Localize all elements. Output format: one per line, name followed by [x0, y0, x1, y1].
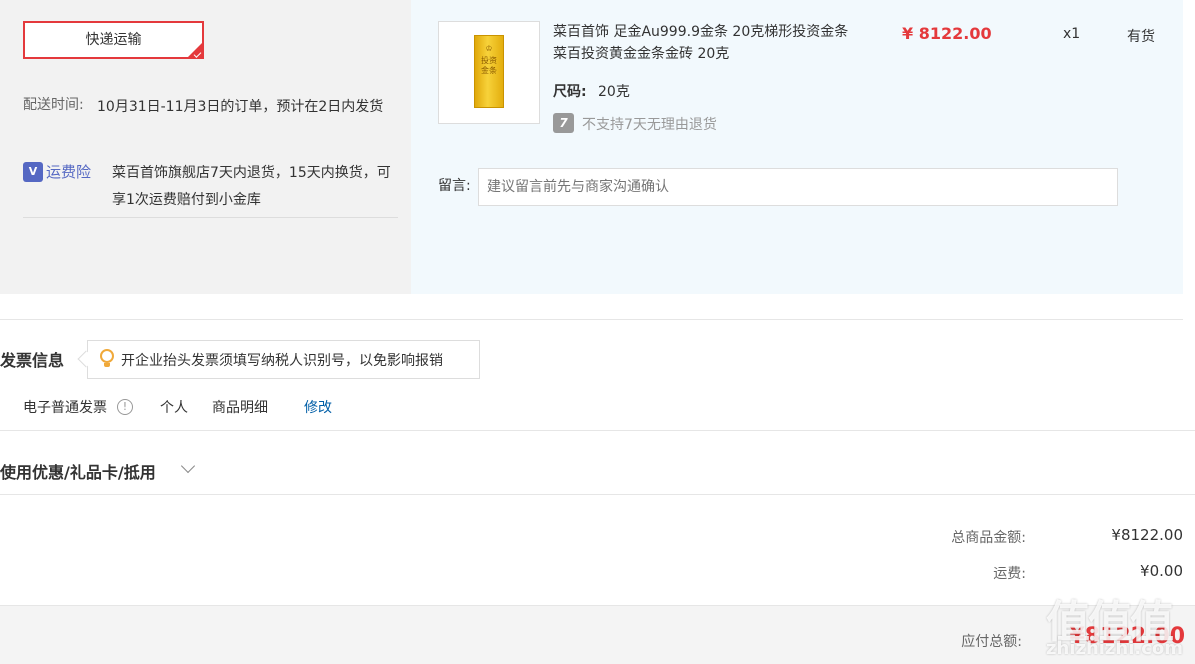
- divider: [23, 217, 398, 218]
- product-stock-status: 有货: [1127, 29, 1155, 45]
- chevron-down-icon[interactable]: [180, 458, 196, 474]
- coupon-section-toggle[interactable]: 使用优惠/礼品卡/抵用: [0, 459, 156, 483]
- shield-icon: V: [23, 162, 43, 182]
- invoice-title-type: 个人: [160, 400, 188, 416]
- delivery-time-label: 配送时间:: [23, 97, 84, 113]
- divider: [0, 430, 1195, 431]
- shipping-fee-label: 运费:: [993, 566, 1026, 582]
- amount-due-label: 应付总额:: [961, 634, 1022, 650]
- total-goods-label: 总商品金额:: [951, 530, 1026, 546]
- lightbulb-icon: [100, 349, 114, 369]
- delivery-time-text: 10月31日-11月3日的订单，预计在2日内发货: [97, 99, 384, 115]
- product-name-link[interactable]: 菜百首饰 足金Au999.9金条 20克梯形投资金条 菜百投资黄金金条金砖 20…: [553, 21, 853, 65]
- freight-insurance-text: 菜百首饰旗舰店7天内退货，15天内换货，可享1次运费赔付到小金库: [112, 165, 391, 208]
- total-goods-value: ¥8122.00: [1111, 526, 1183, 544]
- shipping-fee-value: ¥0.00: [1140, 562, 1183, 580]
- memo-input[interactable]: [478, 168, 1118, 206]
- divider: [0, 319, 1183, 320]
- product-spec-label: 尺码:: [553, 84, 587, 100]
- divider: [0, 494, 1195, 495]
- product-quantity: x1: [1063, 26, 1081, 42]
- shipping-method-label: 快递运输: [85, 32, 142, 48]
- info-icon[interactable]: !: [117, 399, 133, 415]
- product-price: ¥ 8122.00: [902, 24, 992, 43]
- invoice-section-title: 发票信息: [0, 351, 65, 370]
- watermark-text: zhizhizhi.com: [1046, 638, 1184, 659]
- invoice-type: 电子普通发票: [23, 400, 107, 416]
- invoice-tip-text: 开企业抬头发票须填写纳税人识别号，以免影响报销: [121, 353, 443, 369]
- gold-bar-engraving: 投资金条: [481, 56, 497, 75]
- invoice-edit-link[interactable]: 修改: [304, 397, 332, 417]
- invoice-content: 商品明细: [212, 400, 268, 416]
- memo-label: 留言:: [438, 178, 471, 194]
- freight-insurance-label[interactable]: 运费险: [46, 161, 91, 182]
- shipping-method-option[interactable]: 快递运输: [23, 21, 204, 59]
- crown-icon: ♔: [485, 44, 493, 53]
- no-return-icon: 7: [553, 113, 574, 133]
- product-spec-value: 20克: [598, 84, 630, 100]
- no-return-text: 不支持7天无理由退货: [582, 117, 717, 133]
